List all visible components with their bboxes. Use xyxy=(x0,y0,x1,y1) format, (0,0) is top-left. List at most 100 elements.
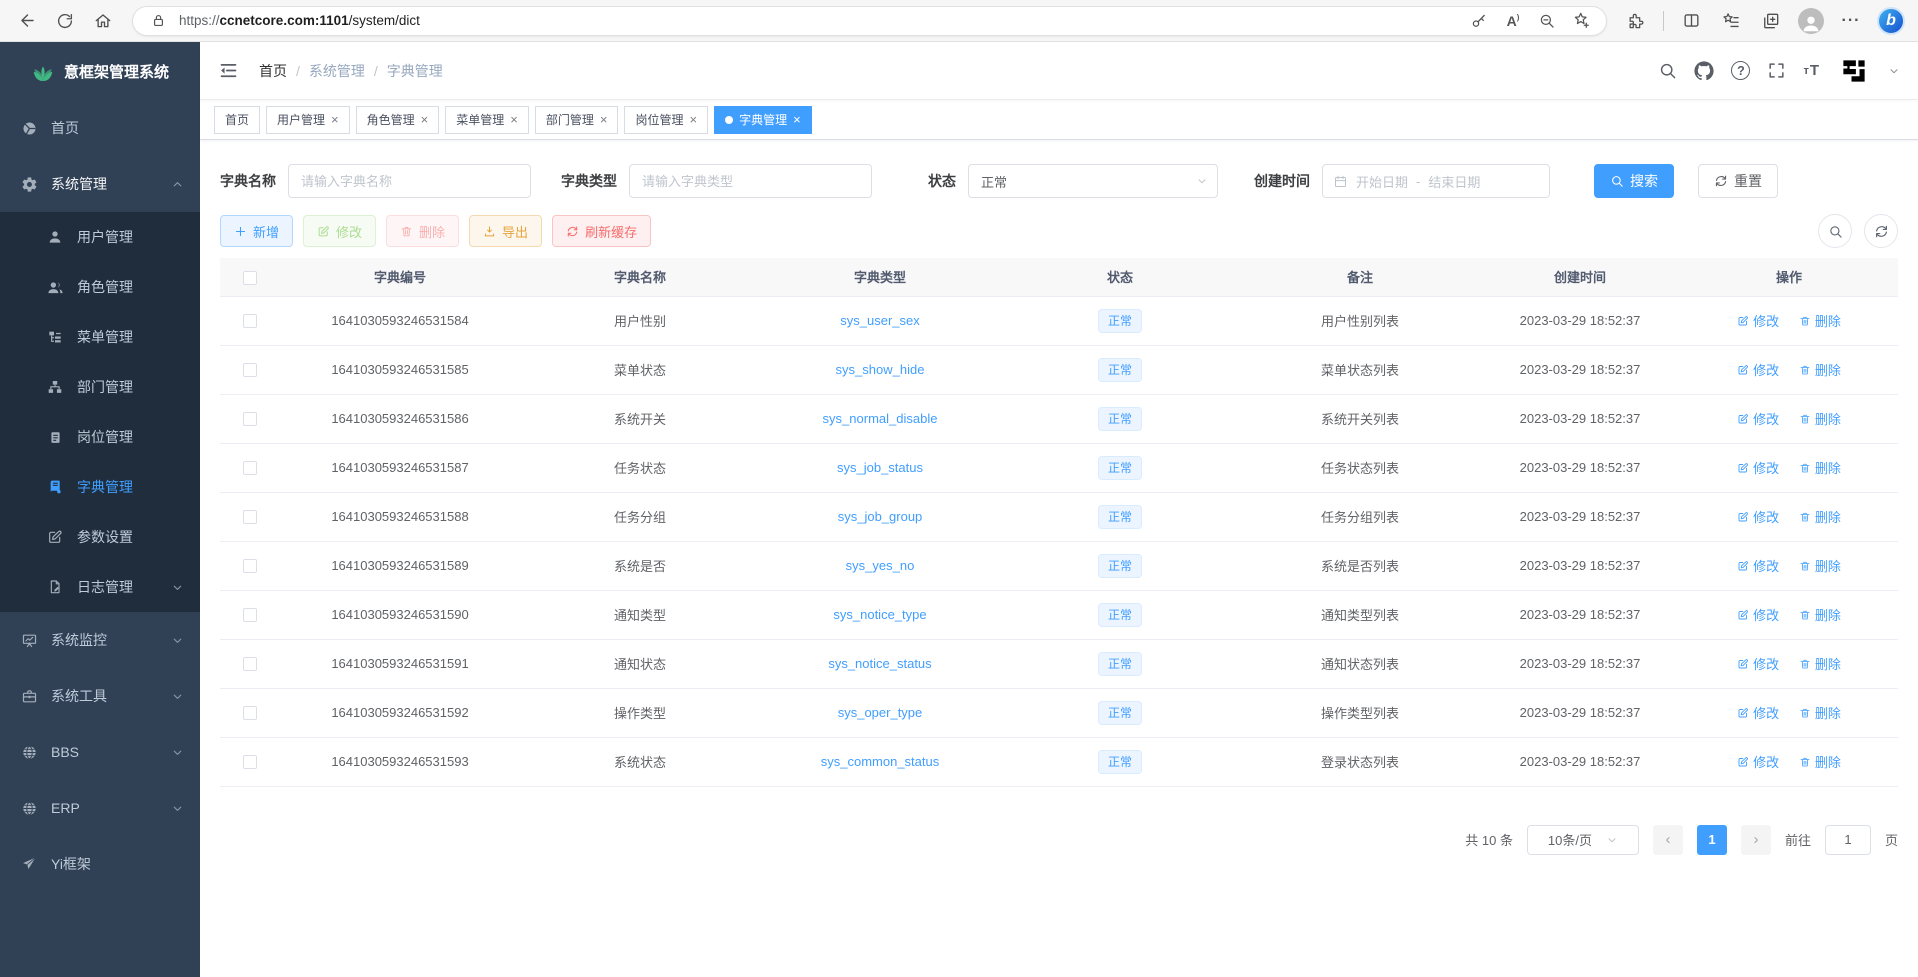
export-button[interactable]: 导出 xyxy=(469,215,542,247)
row-edit-link[interactable]: 修改 xyxy=(1737,556,1779,575)
dict-type-input[interactable] xyxy=(629,164,872,198)
sidebar-item-system[interactable]: 系统管理 xyxy=(0,156,200,212)
current-page-button[interactable]: 1 xyxy=(1697,825,1727,855)
favorites-bar-icon[interactable] xyxy=(1714,6,1748,36)
row-delete-link[interactable]: 删除 xyxy=(1799,311,1841,330)
user-caret-down-icon[interactable] xyxy=(1888,65,1900,77)
browser-reload-button[interactable] xyxy=(48,6,82,36)
sidebar-item-menus[interactable]: 菜单管理 xyxy=(0,312,200,362)
browser-back-button[interactable] xyxy=(10,6,44,36)
bing-chat-icon[interactable]: b xyxy=(1874,6,1908,36)
sidebar-item-tools[interactable]: 系统工具 xyxy=(0,668,200,724)
address-bar[interactable]: https://ccnetcore.com:1101/system/dict A… xyxy=(132,6,1607,36)
sidebar-item-roles[interactable]: 角色管理 xyxy=(0,262,200,312)
row-edit-link[interactable]: 修改 xyxy=(1737,409,1779,428)
close-icon[interactable] xyxy=(689,113,697,126)
sidebar-item-dict[interactable]: 字典管理 xyxy=(0,462,200,512)
toggle-search-button[interactable] xyxy=(1818,214,1852,248)
row-checkbox[interactable] xyxy=(243,706,257,720)
sidebar-item-logs[interactable]: 日志管理 xyxy=(0,562,200,612)
delete-button-disabled[interactable]: 删除 xyxy=(386,215,459,247)
dict-type-link[interactable]: sys_user_sex xyxy=(840,313,919,328)
dict-type-link[interactable]: sys_normal_disable xyxy=(823,411,938,426)
sidebar-item-params[interactable]: 参数设置 xyxy=(0,512,200,562)
row-delete-link[interactable]: 删除 xyxy=(1799,409,1841,428)
reset-button[interactable]: 重置 xyxy=(1698,164,1778,198)
row-edit-link[interactable]: 修改 xyxy=(1737,360,1779,379)
sidebar-item-users[interactable]: 用户管理 xyxy=(0,212,200,262)
split-screen-icon[interactable] xyxy=(1674,6,1708,36)
row-checkbox[interactable] xyxy=(243,657,257,671)
row-edit-link[interactable]: 修改 xyxy=(1737,458,1779,477)
row-edit-link[interactable]: 修改 xyxy=(1737,507,1779,526)
github-icon[interactable] xyxy=(1694,61,1714,81)
dict-type-link[interactable]: sys_job_group xyxy=(838,509,923,524)
goto-page-input[interactable] xyxy=(1825,825,1871,855)
dict-type-link[interactable]: sys_job_status xyxy=(837,460,923,475)
tab-users[interactable]: 用户管理 xyxy=(266,106,350,134)
row-checkbox[interactable] xyxy=(243,314,257,328)
date-range-picker[interactable]: 开始日期 - 结束日期 xyxy=(1322,164,1550,198)
tab-roles[interactable]: 角色管理 xyxy=(356,106,440,134)
row-delete-link[interactable]: 删除 xyxy=(1799,605,1841,624)
sidebar-item-erp[interactable]: ERP xyxy=(0,780,200,836)
sidebar-item-yi[interactable]: Yi框架 xyxy=(0,836,200,892)
page-size-select[interactable]: 10条/页 xyxy=(1527,825,1639,855)
dict-type-link[interactable]: sys_oper_type xyxy=(838,705,923,720)
extensions-icon[interactable] xyxy=(1619,6,1653,36)
close-icon[interactable] xyxy=(510,113,518,126)
breadcrumb-system[interactable]: 系统管理 xyxy=(309,61,365,81)
zoom-out-icon[interactable] xyxy=(1534,12,1560,30)
row-checkbox[interactable] xyxy=(243,608,257,622)
row-checkbox[interactable] xyxy=(243,461,257,475)
collections-icon[interactable] xyxy=(1754,6,1788,36)
profile-avatar[interactable] xyxy=(1794,6,1828,36)
sidebar-fold-icon[interactable] xyxy=(214,56,243,85)
dict-type-link[interactable]: sys_yes_no xyxy=(846,558,915,573)
edit-button-disabled[interactable]: 修改 xyxy=(303,215,376,247)
next-page-button[interactable] xyxy=(1741,825,1771,855)
password-key-icon[interactable] xyxy=(1466,12,1492,30)
more-menu-icon[interactable]: ··· xyxy=(1834,6,1868,36)
row-delete-link[interactable]: 删除 xyxy=(1799,703,1841,722)
row-checkbox[interactable] xyxy=(243,412,257,426)
refresh-table-button[interactable] xyxy=(1864,214,1898,248)
status-select[interactable] xyxy=(968,164,1218,198)
search-button[interactable]: 搜索 xyxy=(1594,164,1674,198)
prev-page-button[interactable] xyxy=(1653,825,1683,855)
tab-menus[interactable]: 菜单管理 xyxy=(445,106,529,134)
row-edit-link[interactable]: 修改 xyxy=(1737,752,1779,771)
breadcrumb-home[interactable]: 首页 xyxy=(259,61,287,81)
add-favorite-icon[interactable] xyxy=(1568,11,1594,30)
browser-home-button[interactable] xyxy=(86,6,120,36)
help-icon[interactable]: ? xyxy=(1731,61,1750,80)
dict-type-link[interactable]: sys_common_status xyxy=(821,754,940,769)
row-checkbox[interactable] xyxy=(243,559,257,573)
tab-home[interactable]: 首页 xyxy=(214,106,260,134)
fullscreen-icon[interactable] xyxy=(1767,61,1786,80)
row-checkbox[interactable] xyxy=(243,363,257,377)
read-aloud-icon[interactable]: A) xyxy=(1500,13,1526,29)
add-button[interactable]: 新增 xyxy=(220,215,293,247)
dict-type-link[interactable]: sys_notice_status xyxy=(828,656,931,671)
sidebar-item-home[interactable]: 首页 xyxy=(0,100,200,156)
dict-type-link[interactable]: sys_show_hide xyxy=(836,362,925,377)
row-edit-link[interactable]: 修改 xyxy=(1737,605,1779,624)
dict-type-link[interactable]: sys_notice_type xyxy=(833,607,926,622)
font-size-icon[interactable]: тT xyxy=(1803,62,1820,79)
row-delete-link[interactable]: 删除 xyxy=(1799,360,1841,379)
sidebar-item-monitor[interactable]: 系统监控 xyxy=(0,612,200,668)
row-edit-link[interactable]: 修改 xyxy=(1737,654,1779,673)
dict-name-input[interactable] xyxy=(288,164,531,198)
tab-departments[interactable]: 部门管理 xyxy=(535,106,619,134)
row-delete-link[interactable]: 删除 xyxy=(1799,458,1841,477)
row-checkbox[interactable] xyxy=(243,755,257,769)
sidebar-item-bbs[interactable]: BBS xyxy=(0,724,200,780)
row-delete-link[interactable]: 删除 xyxy=(1799,556,1841,575)
row-delete-link[interactable]: 删除 xyxy=(1799,752,1841,771)
tab-dict-active[interactable]: 字典管理 xyxy=(714,106,812,134)
row-delete-link[interactable]: 删除 xyxy=(1799,654,1841,673)
header-search-icon[interactable] xyxy=(1658,61,1677,80)
close-icon[interactable] xyxy=(331,113,339,126)
row-edit-link[interactable]: 修改 xyxy=(1737,703,1779,722)
